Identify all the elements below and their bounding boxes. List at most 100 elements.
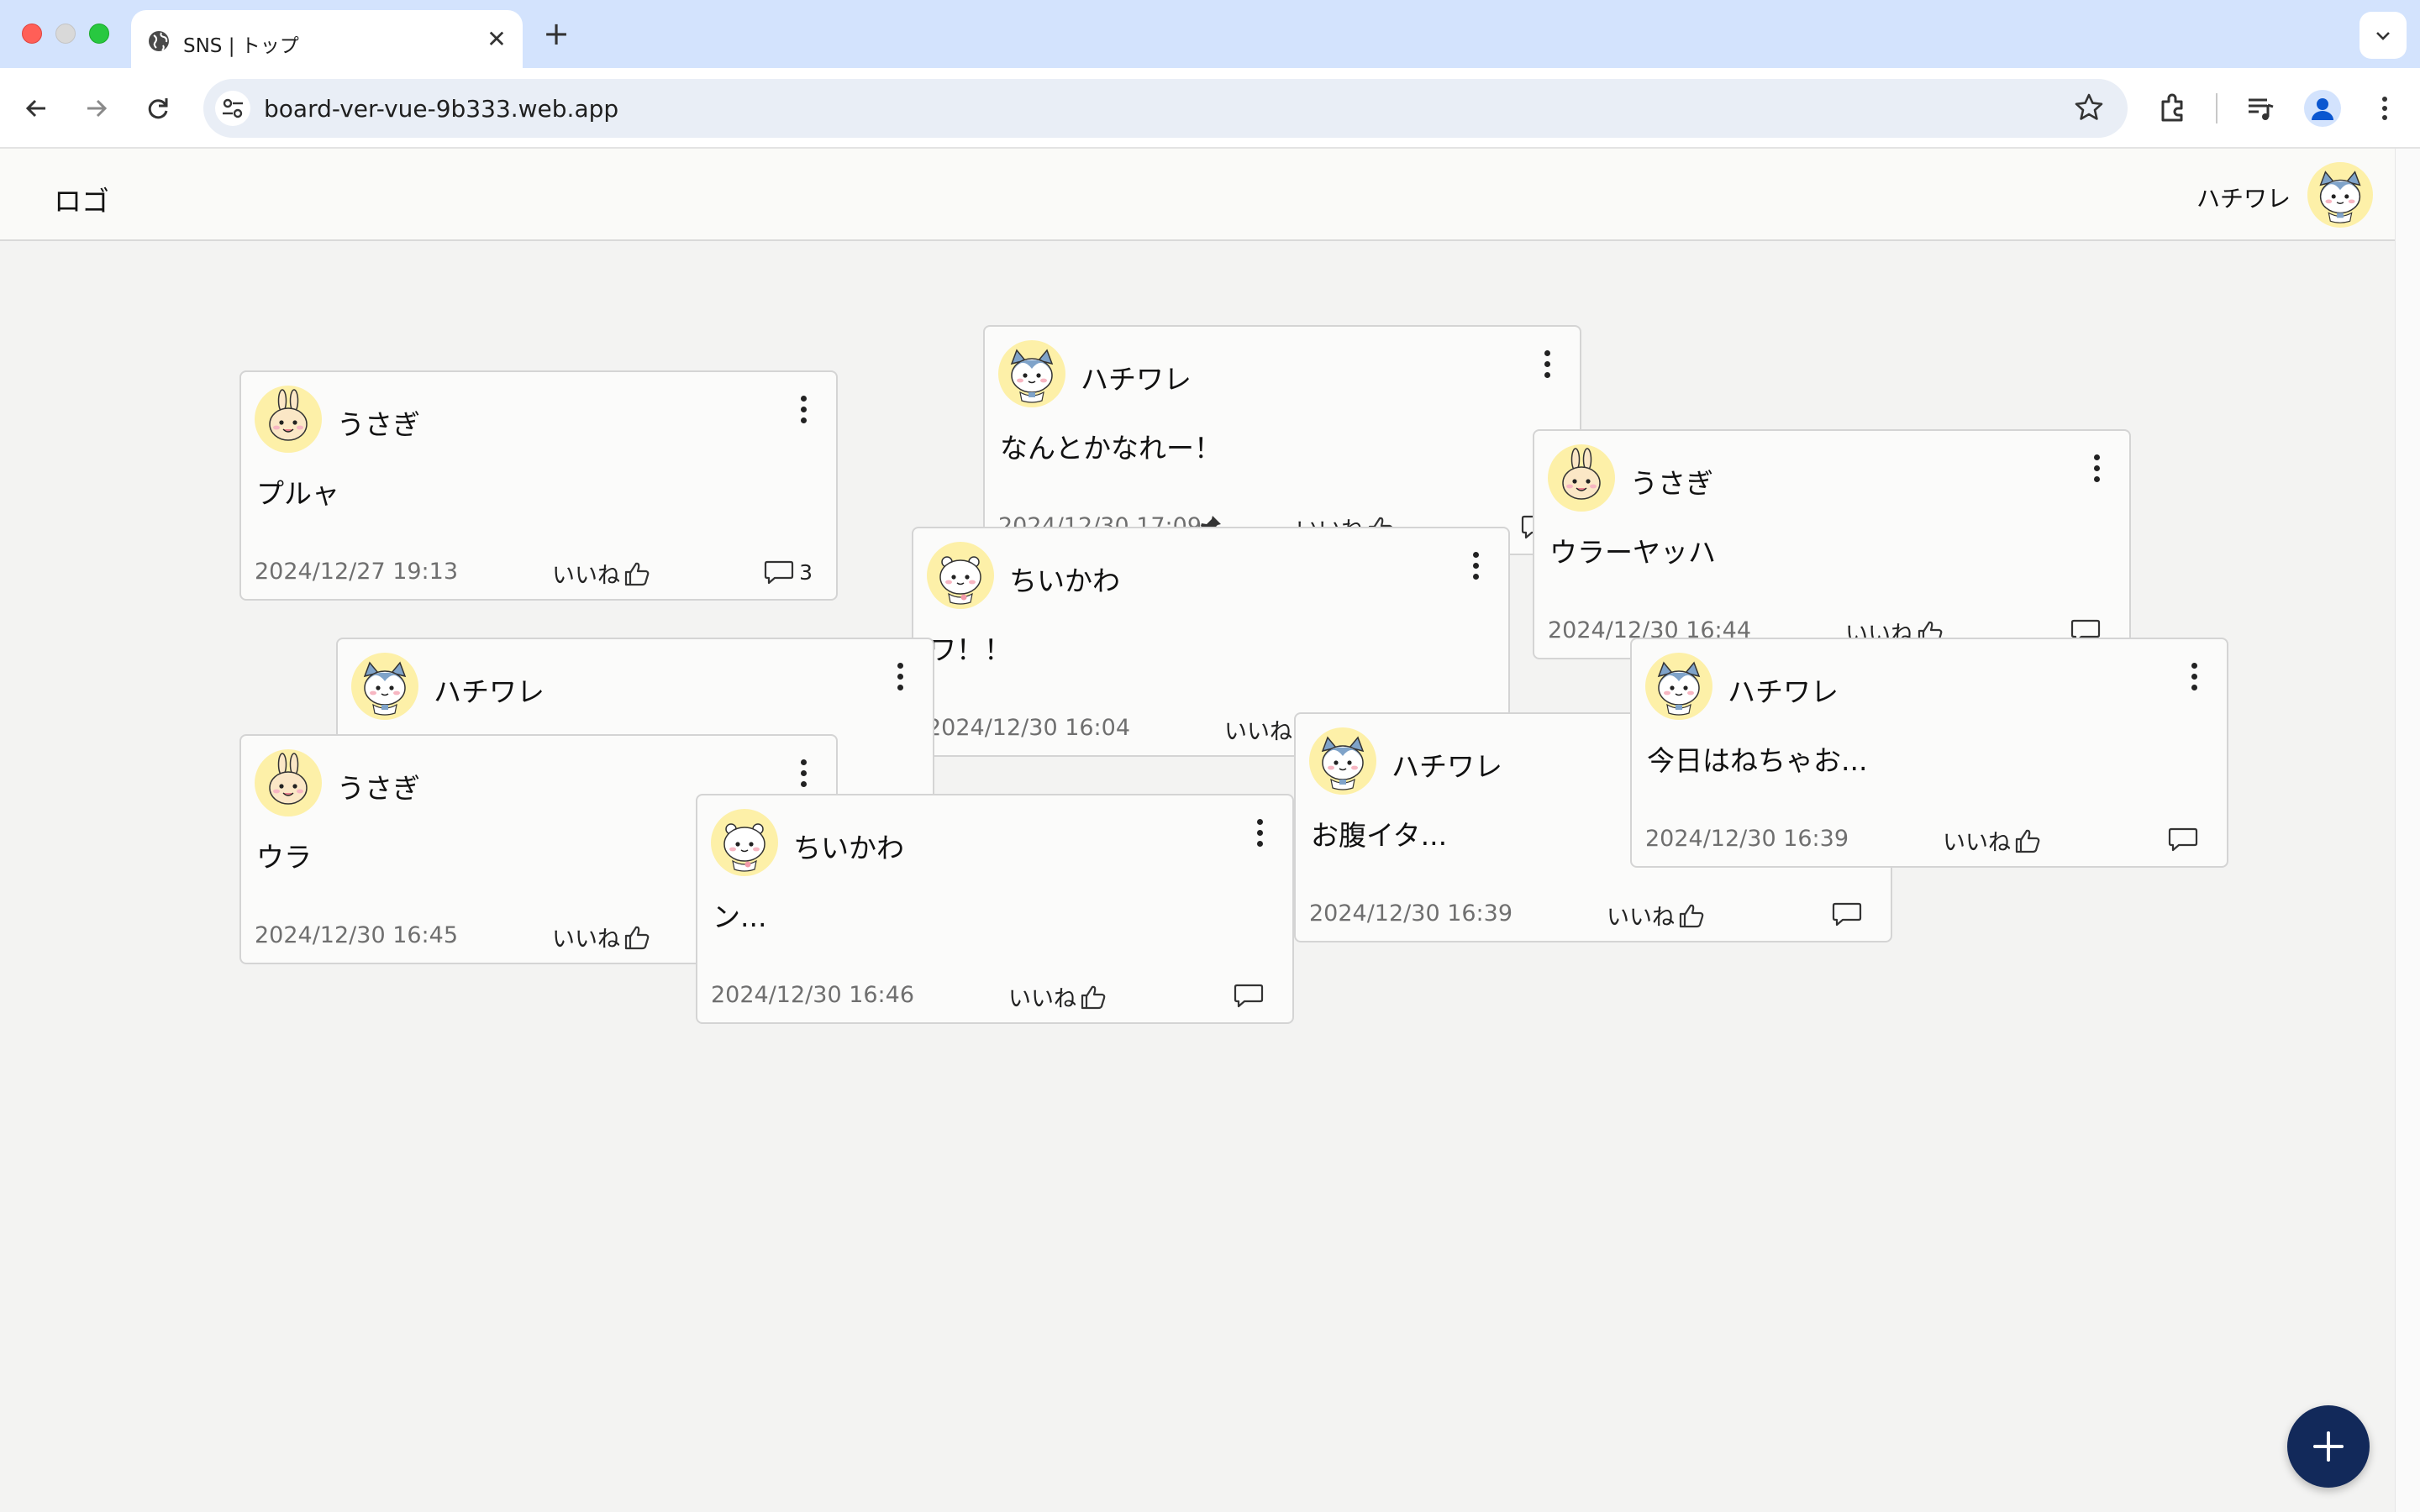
chevron-down-icon xyxy=(2376,32,2390,40)
like-label: いいね xyxy=(552,563,620,589)
post-menu-button[interactable] xyxy=(2188,663,2200,696)
post-card[interactable]: うさぎ ウラーヤッハ 2024/12/30 16:44 いいね xyxy=(1533,429,2131,659)
post-menu-button[interactable] xyxy=(1254,819,1265,853)
more-vertical-icon[interactable] xyxy=(2365,88,2405,129)
more-vertical-icon xyxy=(1472,552,1479,558)
comment-button[interactable] xyxy=(1832,900,1867,927)
post-card[interactable]: ハチワレなんとかなれー！2024/12/30 17:09いいね xyxy=(983,325,1581,555)
back-button[interactable] xyxy=(17,88,57,129)
post-author: ちいかわ xyxy=(793,832,904,864)
close-window-button[interactable] xyxy=(22,24,42,44)
hachiware-avatar[interactable] xyxy=(1645,653,1712,720)
like-label: いいね xyxy=(1008,986,1076,1012)
hachiware-avatar[interactable] xyxy=(351,653,418,720)
like-button[interactable]: いいね xyxy=(1607,899,1707,932)
close-tab-icon[interactable]: ✕ xyxy=(484,27,509,52)
post-date: 2024/12/30 16:46 xyxy=(711,982,915,1008)
post-card[interactable]: ハチワレ今日はねちゃお... 2024/12/30 16:39 いいね xyxy=(1630,638,2228,868)
profile-avatar[interactable] xyxy=(2304,90,2341,127)
address-bar[interactable]: board-ver-vue-9b333.web.app xyxy=(203,79,2128,138)
like-label: いいね xyxy=(552,927,620,953)
like-button[interactable]: いいね xyxy=(552,921,652,953)
chiikawa-avatar[interactable] xyxy=(711,809,778,876)
like-button[interactable]: いいね xyxy=(552,557,652,590)
current-user-name: ハチワレ xyxy=(2196,185,2291,213)
comment-button[interactable]: 3 xyxy=(764,559,813,585)
post-card[interactable]: うさぎ プルャ 2024/12/27 19:13 いいね 3 xyxy=(239,370,838,601)
media-control-icon[interactable] xyxy=(2240,88,2281,129)
current-user-avatar[interactable] xyxy=(2307,162,2373,228)
maximize-window-button[interactable] xyxy=(89,24,109,44)
post-menu-button[interactable] xyxy=(797,396,809,429)
app-header: ロゴ ハチワレ xyxy=(0,149,2395,241)
like-label: いいね xyxy=(1943,830,2011,856)
post-author: うさぎ xyxy=(1630,467,1713,500)
site-info-button[interactable] xyxy=(215,91,250,126)
post-date: 2024/12/30 16:39 xyxy=(1645,826,1849,852)
extensions-icon[interactable] xyxy=(2153,88,2193,129)
more-vertical-icon xyxy=(2093,454,2100,460)
post-date: 2024/12/30 16:04 xyxy=(927,715,1131,741)
post-menu-button[interactable] xyxy=(797,759,809,793)
tune-icon xyxy=(223,98,243,118)
thumbs-up-icon xyxy=(2015,829,2040,853)
usagi-avatar[interactable] xyxy=(1548,444,1615,512)
post-menu-button[interactable] xyxy=(894,663,906,696)
comment-count: 3 xyxy=(799,559,813,585)
logo[interactable]: ロゴ xyxy=(54,179,109,219)
new-post-button[interactable] xyxy=(2287,1405,2370,1488)
post-date: 2024/12/30 16:45 xyxy=(255,922,459,948)
reload-button[interactable] xyxy=(138,88,178,129)
usagi-avatar[interactable] xyxy=(255,749,322,816)
hachiware-avatar[interactable] xyxy=(1309,727,1376,795)
tab-title: SNS | トップ xyxy=(183,35,299,57)
post-date: 2024/12/30 16:39 xyxy=(1309,900,1513,927)
more-vertical-icon xyxy=(897,663,903,669)
hachiware-avatar[interactable] xyxy=(998,340,1065,407)
arrow-left-icon xyxy=(25,99,45,118)
post-author: ハチワレ xyxy=(1728,675,1839,708)
page-content: ロゴ ハチワレ ハチワレなんとかなれー！2024/12/30 17:09いいねう… xyxy=(0,149,2420,1512)
thumbs-up-icon xyxy=(1081,985,1106,1009)
like-label: いいね xyxy=(1224,719,1292,745)
comment-icon xyxy=(1234,984,1264,1008)
thumbs-up-icon xyxy=(624,562,650,585)
tab-search-button[interactable] xyxy=(2360,12,2407,59)
post-text: ン... xyxy=(713,900,767,933)
comment-icon xyxy=(1832,902,1862,927)
comment-icon xyxy=(2168,827,2198,852)
chiikawa-avatar[interactable] xyxy=(927,542,994,609)
new-tab-button[interactable]: + xyxy=(541,17,571,50)
post-text: お腹イタ... xyxy=(1311,819,1448,852)
post-author: うさぎ xyxy=(337,408,420,441)
post-text: なんとかなれー！ xyxy=(1000,432,1222,465)
thumbs-up-icon xyxy=(1679,904,1704,927)
post-author: ハチワレ xyxy=(1392,750,1502,783)
post-text: ワ！！ xyxy=(929,633,1012,666)
minimize-window-button[interactable] xyxy=(55,24,76,44)
comment-button[interactable] xyxy=(2168,826,2203,853)
like-button[interactable]: いいね xyxy=(1943,824,2043,857)
browser-tab[interactable]: SNS | トップ ✕ xyxy=(131,10,523,68)
comment-icon xyxy=(764,560,794,585)
post-menu-button[interactable] xyxy=(1541,350,1553,384)
post-author: ちいかわ xyxy=(1009,564,1120,597)
scrollbar[interactable] xyxy=(2395,149,2420,1512)
person-icon xyxy=(2312,98,2333,120)
arrow-right-icon xyxy=(87,99,108,118)
post-card[interactable]: ちいかわン... 2024/12/30 16:46 いいね xyxy=(696,794,1294,1024)
like-label: いいね xyxy=(1607,905,1675,931)
post-author: ハチワレ xyxy=(1081,363,1192,396)
comment-button[interactable] xyxy=(1234,982,1269,1009)
post-text: 今日はねちゃお... xyxy=(1647,744,1868,777)
more-vertical-icon xyxy=(2191,663,2197,669)
bookmark-star-icon[interactable] xyxy=(2072,91,2106,124)
toolbar-divider xyxy=(2216,93,2217,123)
usagi-avatar[interactable] xyxy=(255,386,322,453)
post-menu-button[interactable] xyxy=(2091,454,2102,488)
like-button[interactable]: いいね xyxy=(1008,980,1108,1013)
forward-button[interactable] xyxy=(76,88,116,129)
post-text: プルャ xyxy=(256,477,339,510)
post-menu-button[interactable] xyxy=(1470,552,1481,585)
reload-icon xyxy=(148,98,168,119)
